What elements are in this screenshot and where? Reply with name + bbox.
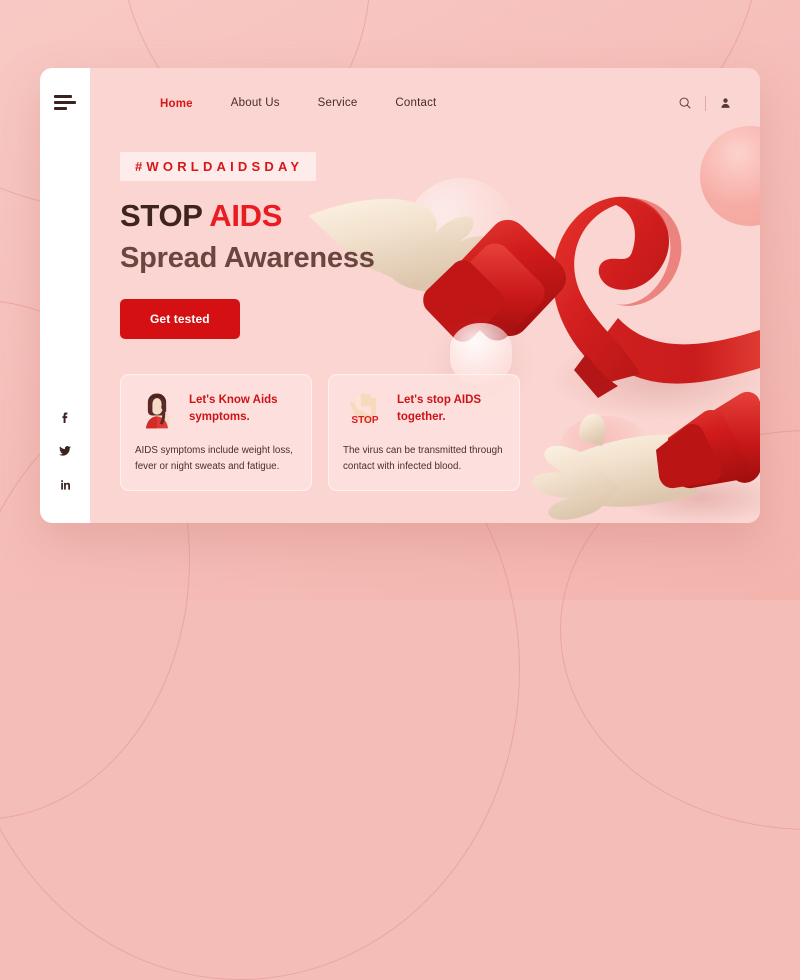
- card-body: AIDS symptoms include weight loss, fever…: [135, 445, 293, 472]
- linkedin-icon[interactable]: [57, 477, 73, 493]
- hand-bottom-left: [532, 391, 760, 523]
- stop-hand-illustration: STOP: [349, 393, 379, 426]
- stop-label: STOP: [351, 415, 379, 426]
- nav-item-home-wrapper: Home: [160, 94, 193, 112]
- header-divider: [705, 95, 706, 111]
- page-subtitle: Spread Awareness: [120, 242, 375, 274]
- nav-item-contact[interactable]: Contact: [395, 97, 436, 109]
- headline-stop: STOP: [120, 198, 210, 233]
- card-stop-aids[interactable]: STOP Let's stop AIDS together. The virus…: [328, 374, 520, 491]
- decorative-shadow-blob: [560, 416, 650, 478]
- hero-panel: Home About Us Service Contact #WORLDAIDS…: [40, 68, 760, 523]
- search-icon[interactable]: [678, 96, 692, 110]
- card-header: STOP Let's stop AIDS together.: [343, 388, 505, 432]
- ribbon-loop: [552, 196, 670, 382]
- nav-item-home[interactable]: Home: [160, 98, 193, 110]
- card-title: Let's Know Aids symptoms.: [189, 394, 278, 423]
- headline-aids: AIDS: [209, 198, 283, 233]
- twitter-icon[interactable]: [57, 443, 73, 459]
- user-icon[interactable]: [719, 96, 732, 110]
- card-aids-symptoms[interactable]: Let's Know Aids symptoms. AIDS symptoms …: [120, 374, 312, 491]
- social-links: [57, 409, 73, 493]
- nav-item-service[interactable]: Service: [318, 97, 358, 109]
- header-actions: [678, 95, 732, 111]
- ribbon-tail-left: [574, 354, 618, 398]
- card-title: Let's stop AIDS together.: [397, 394, 482, 423]
- hashtag-badge: #WORLDAIDSDAY: [120, 152, 317, 181]
- main-navigation: Home About Us Service Contact: [160, 94, 436, 112]
- info-cards: Let's Know Aids symptoms. AIDS symptoms …: [120, 374, 520, 491]
- hero-content: #WORLDAIDSDAY STOP AIDS Spread Awareness…: [120, 152, 500, 339]
- card-header: Let's Know Aids symptoms.: [135, 388, 297, 432]
- get-tested-button[interactable]: Get tested: [120, 299, 240, 339]
- left-sidebar: [40, 68, 90, 523]
- site-header: Home About Us Service Contact: [90, 68, 760, 138]
- card-body: The virus can be transmitted through con…: [343, 445, 503, 472]
- woman-headache-illustration: [146, 393, 171, 429]
- decorative-sphere-top-right: [700, 126, 760, 226]
- ribbon-tail-right: [595, 318, 760, 384]
- nav-item-about-us[interactable]: About Us: [231, 97, 280, 109]
- page-title: STOP AIDS: [120, 198, 500, 234]
- facebook-icon[interactable]: [57, 409, 73, 425]
- hamburger-icon[interactable]: [54, 95, 76, 114]
